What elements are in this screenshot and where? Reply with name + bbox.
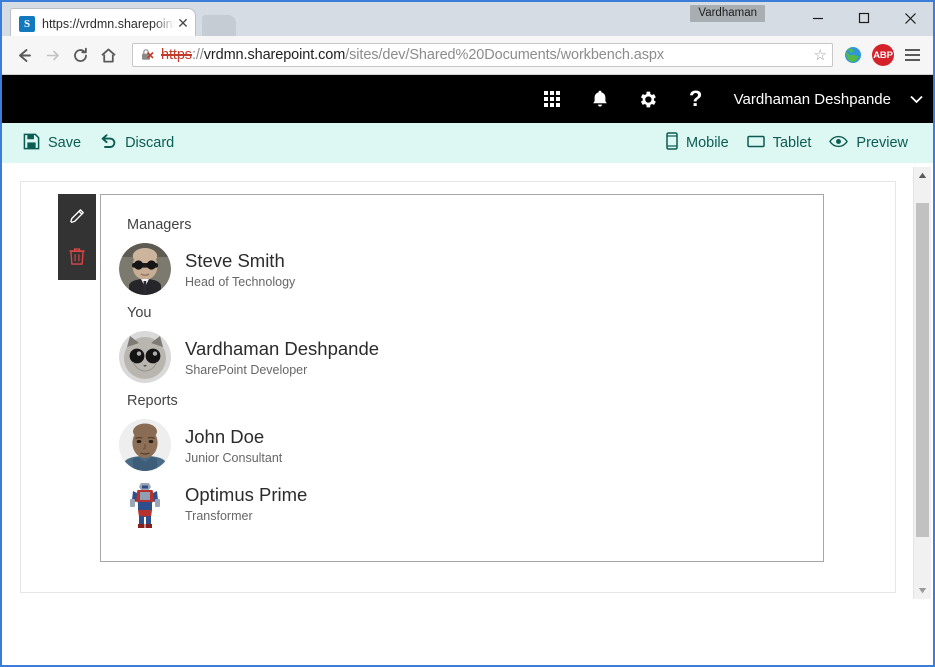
person-name: Vardhaman Deshpande bbox=[185, 338, 380, 360]
person-row[interactable]: Vardhaman Deshpande SharePoint Developer bbox=[119, 331, 805, 383]
person-info: John Doe Junior Consultant bbox=[185, 425, 282, 464]
notifications-bell-icon[interactable] bbox=[576, 75, 624, 123]
person-title: SharePoint Developer bbox=[185, 362, 308, 377]
page-frame: Managers Steve Smith Head of Technology … bbox=[20, 181, 896, 593]
help-question-icon[interactable]: ? bbox=[672, 75, 720, 123]
maximize-button[interactable] bbox=[841, 2, 887, 34]
browser-window: S https://vrdmn.sharepoint.c ✕ Vardhaman bbox=[0, 0, 935, 667]
save-button[interactable]: Save bbox=[14, 128, 90, 159]
profile-chip[interactable]: Vardhaman bbox=[690, 5, 765, 22]
person-row[interactable]: John Doe Junior Consultant bbox=[119, 419, 805, 471]
save-floppy-icon bbox=[23, 133, 40, 154]
tab-title: https://vrdmn.sharepoint.c bbox=[42, 16, 175, 31]
group-label-reports: Reports bbox=[127, 393, 178, 409]
tablet-label: Tablet bbox=[772, 135, 812, 151]
mobile-view-button[interactable]: Mobile bbox=[657, 127, 738, 159]
suite-user-name[interactable]: Vardhaman Deshpande bbox=[720, 75, 899, 123]
avatar-john-doe bbox=[119, 419, 171, 471]
url-text: https://vrdmn.sharepoint.com/sites/dev/S… bbox=[161, 47, 664, 63]
webpart-toolbar bbox=[58, 194, 96, 280]
home-icon[interactable] bbox=[94, 41, 122, 69]
delete-webpart-button[interactable] bbox=[63, 242, 91, 270]
scrollbar-thumb[interactable] bbox=[916, 203, 929, 537]
new-tab-button[interactable] bbox=[202, 15, 236, 38]
close-button[interactable] bbox=[887, 2, 933, 34]
webpart-wrapper: Managers Steve Smith Head of Technology … bbox=[58, 194, 824, 562]
address-bar[interactable]: https://vrdmn.sharepoint.com/sites/dev/S… bbox=[132, 43, 833, 67]
person-title: Transformer bbox=[185, 508, 253, 523]
reload-icon[interactable] bbox=[66, 41, 94, 69]
scroll-down-arrow-icon[interactable] bbox=[914, 582, 931, 599]
person-info: Steve Smith Head of Technology bbox=[185, 249, 295, 288]
user-menu-chevron-down-icon[interactable] bbox=[899, 75, 933, 123]
eye-icon bbox=[829, 135, 849, 152]
tab-close-icon[interactable]: ✕ bbox=[175, 15, 191, 32]
back-icon[interactable] bbox=[10, 41, 38, 69]
adblock-plus-icon[interactable]: ABP bbox=[872, 44, 894, 66]
tab-strip: S https://vrdmn.sharepoint.c ✕ Vardhaman bbox=[2, 0, 933, 38]
canvas-scrollbar[interactable] bbox=[913, 167, 931, 599]
suite-user-label: Vardhaman Deshpande bbox=[733, 90, 891, 108]
person-row[interactable]: Optimus Prime Transformer bbox=[119, 477, 805, 529]
tablet-view-button[interactable]: Tablet bbox=[738, 129, 821, 157]
mobile-phone-icon bbox=[666, 132, 678, 154]
url-separator: :// bbox=[191, 47, 204, 63]
bookmark-star-icon[interactable]: ☆ bbox=[814, 46, 827, 64]
discard-button[interactable]: Discard bbox=[90, 128, 183, 159]
person-name: Steve Smith bbox=[185, 250, 285, 272]
people-directory-webpart: Managers Steve Smith Head of Technology … bbox=[100, 194, 824, 562]
group-label-you: You bbox=[127, 305, 152, 321]
preview-button[interactable]: Preview bbox=[820, 130, 917, 157]
person-row[interactable]: Steve Smith Head of Technology bbox=[119, 243, 805, 295]
person-title: Junior Consultant bbox=[185, 450, 283, 465]
group-label-managers: Managers bbox=[127, 217, 192, 233]
settings-gear-icon[interactable] bbox=[624, 75, 672, 123]
sharepoint-suite-bar: ? Vardhaman Deshpande bbox=[2, 75, 933, 123]
tablet-icon bbox=[746, 134, 765, 152]
chrome-menu-icon[interactable] bbox=[899, 42, 925, 68]
avatar-vardhaman-deshpande bbox=[119, 331, 171, 383]
avatar-steve-smith bbox=[119, 243, 171, 295]
sharepoint-favicon: S bbox=[19, 15, 35, 32]
edit-webpart-button[interactable] bbox=[63, 202, 91, 230]
scroll-up-arrow-icon[interactable] bbox=[914, 167, 931, 184]
forward-icon bbox=[38, 41, 66, 69]
url-host: vrdmn.sharepoint.com bbox=[203, 47, 346, 63]
window-controls bbox=[795, 2, 933, 34]
person-info: Vardhaman Deshpande SharePoint Developer bbox=[185, 337, 379, 376]
workbench-command-bar: Save Discard Mobile Tablet Preview bbox=[2, 123, 933, 163]
avatar-optimus-prime bbox=[119, 477, 171, 529]
discard-label: Discard bbox=[125, 135, 175, 151]
person-name: Optimus Prime bbox=[185, 484, 308, 506]
workbench-canvas: Managers Steve Smith Head of Technology … bbox=[2, 163, 933, 603]
translate-globe-icon[interactable] bbox=[841, 43, 865, 67]
browser-toolbar: https://vrdmn.sharepoint.com/sites/dev/S… bbox=[2, 36, 933, 75]
person-name: John Doe bbox=[185, 426, 265, 448]
not-secure-lock-icon[interactable] bbox=[139, 47, 159, 63]
minimize-button[interactable] bbox=[795, 2, 841, 34]
mobile-label: Mobile bbox=[686, 135, 729, 151]
undo-arrow-icon bbox=[99, 133, 117, 154]
url-path: /sites/dev/Shared%20Documents/workbench.… bbox=[345, 47, 664, 63]
browser-tab[interactable]: S https://vrdmn.sharepoint.c ✕ bbox=[10, 8, 196, 38]
person-title: Head of Technology bbox=[185, 274, 296, 289]
url-scheme: https bbox=[161, 47, 192, 63]
person-info: Optimus Prime Transformer bbox=[185, 483, 307, 522]
save-label: Save bbox=[48, 135, 82, 151]
preview-label: Preview bbox=[856, 135, 908, 151]
app-launcher-waffle-icon[interactable] bbox=[528, 75, 576, 123]
